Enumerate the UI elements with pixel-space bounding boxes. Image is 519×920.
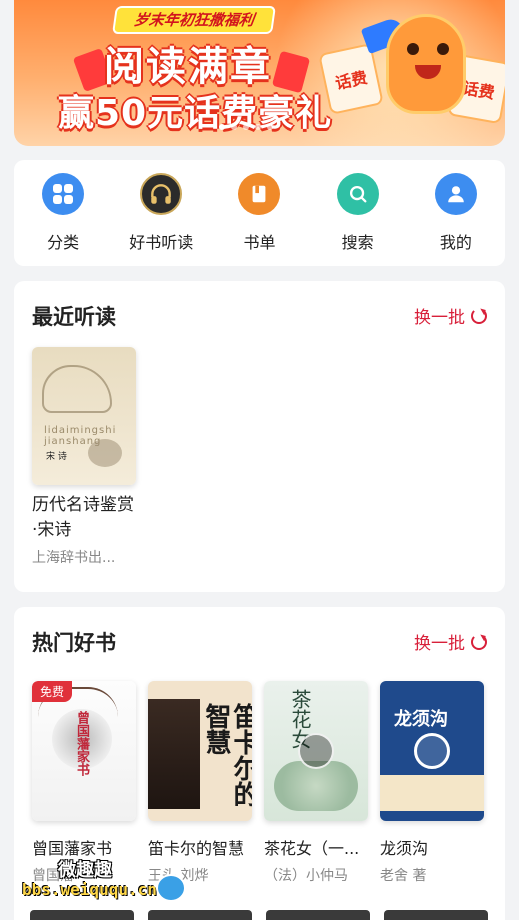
play-icon[interactable]: [298, 733, 334, 769]
book-card[interactable]: 笛卡尔的智慧 笛卡尔的智慧 王头 刘烨: [148, 681, 252, 885]
book-title: 茶花女（一...: [264, 839, 360, 858]
free-badge: 免费: [32, 681, 73, 702]
refresh-button[interactable]: 换一批: [414, 629, 487, 654]
book-card[interactable]: 龙须沟 龙须沟 老舍 著: [380, 681, 484, 885]
watermark-url: bbs.weiququ.cn: [22, 880, 157, 899]
refresh-icon: [471, 633, 487, 650]
nav-label: 搜索: [341, 233, 374, 252]
mascot-eye: [437, 43, 449, 55]
promo-banner[interactable]: 岁末年初狂撒福利 阅读满章 赢50元话费豪礼 话费 话费: [14, 0, 505, 146]
refresh-button[interactable]: 换一批: [414, 303, 487, 328]
book-cover: 茶花女: [264, 681, 368, 821]
book-cover: 龙须沟: [380, 681, 484, 821]
book-author: （法）小仲马: [264, 868, 348, 884]
recent-section: 最近听读 换一批 lidaimingshi jianshang 宋 诗 历代名诗…: [14, 281, 505, 592]
banner-subheadline: 赢50元话费豪礼: [58, 93, 333, 134]
nav-audiobooks[interactable]: 好书听读: [116, 173, 206, 253]
quick-nav: 分类 好书听读 书单 搜索 我的: [14, 160, 505, 266]
book-card[interactable]: 曾国藩家书 免费 曾国藩家书 曾国藩: [32, 681, 136, 885]
mascot-illustration: [386, 14, 466, 114]
cover-title: 龙须沟: [394, 709, 448, 730]
nav-category[interactable]: 分类: [18, 173, 108, 253]
headphones-icon: [414, 733, 450, 769]
flower-illustration: [88, 439, 122, 467]
book-publisher: 上海辞书出...: [32, 550, 116, 566]
book-cover: 曾国藩家书 免费: [32, 681, 136, 821]
refresh-label: 换一批: [414, 308, 465, 328]
book-icon: [238, 173, 281, 215]
headphones-icon: [140, 173, 183, 215]
site-watermark: 微趣趣 bbs.weiququ.cn: [18, 856, 198, 904]
section-title: 最近听读: [32, 305, 116, 329]
nav-label: 我的: [439, 233, 472, 252]
portrait-illustration: [148, 699, 200, 809]
horse-illustration: [42, 365, 112, 413]
mascot-eye: [407, 43, 419, 55]
refresh-icon: [471, 307, 487, 324]
nav-profile[interactable]: 我的: [411, 173, 501, 253]
book-cover: 笛卡尔的智慧: [148, 681, 252, 821]
book-title: 历代名诗鉴赏·宋诗: [32, 495, 134, 540]
nav-search[interactable]: 搜索: [313, 173, 403, 253]
book-card[interactable]: lidaimingshi jianshang 宋 诗 历代名诗鉴赏·宋诗 上海辞…: [32, 347, 136, 567]
user-icon: [434, 173, 477, 215]
watermark-logo-icon: [156, 874, 186, 902]
cover-title: 曾国藩家书: [74, 711, 89, 776]
book-author: 老舍 著: [380, 868, 427, 884]
book-cover: lidaimingshi jianshang 宋 诗: [32, 347, 136, 485]
banner-pagination: [219, 124, 273, 130]
grid-icon: [42, 173, 85, 215]
next-row-preview: [30, 910, 488, 920]
nav-label: 好书听读: [129, 233, 194, 252]
book-title: 龙须沟: [380, 839, 429, 858]
cover-title: 笛卡尔的智慧: [201, 703, 252, 807]
refresh-label: 换一批: [414, 634, 465, 654]
mascot-mouth: [415, 65, 441, 79]
section-title: 热门好书: [32, 631, 116, 655]
cover-mark: lidaimingshi jianshang: [44, 425, 117, 447]
nav-label: 书单: [243, 233, 276, 252]
nav-booklist[interactable]: 书单: [214, 173, 304, 253]
book-card[interactable]: 茶花女 茶花女（一... （法）小仲马: [264, 681, 368, 885]
banner-tag: 岁末年初狂撒福利: [112, 6, 276, 34]
watermark-title: 微趣趣: [58, 860, 112, 881]
cover-strip: [380, 775, 484, 811]
hot-books-list: 曾国藩家书 免费 曾国藩家书 曾国藩 笛卡尔的智慧 笛卡尔的智慧 王头 刘烨 茶…: [32, 681, 484, 885]
nav-label: 分类: [47, 233, 80, 252]
search-icon: [336, 173, 379, 215]
cover-title: 宋 诗: [46, 452, 67, 462]
